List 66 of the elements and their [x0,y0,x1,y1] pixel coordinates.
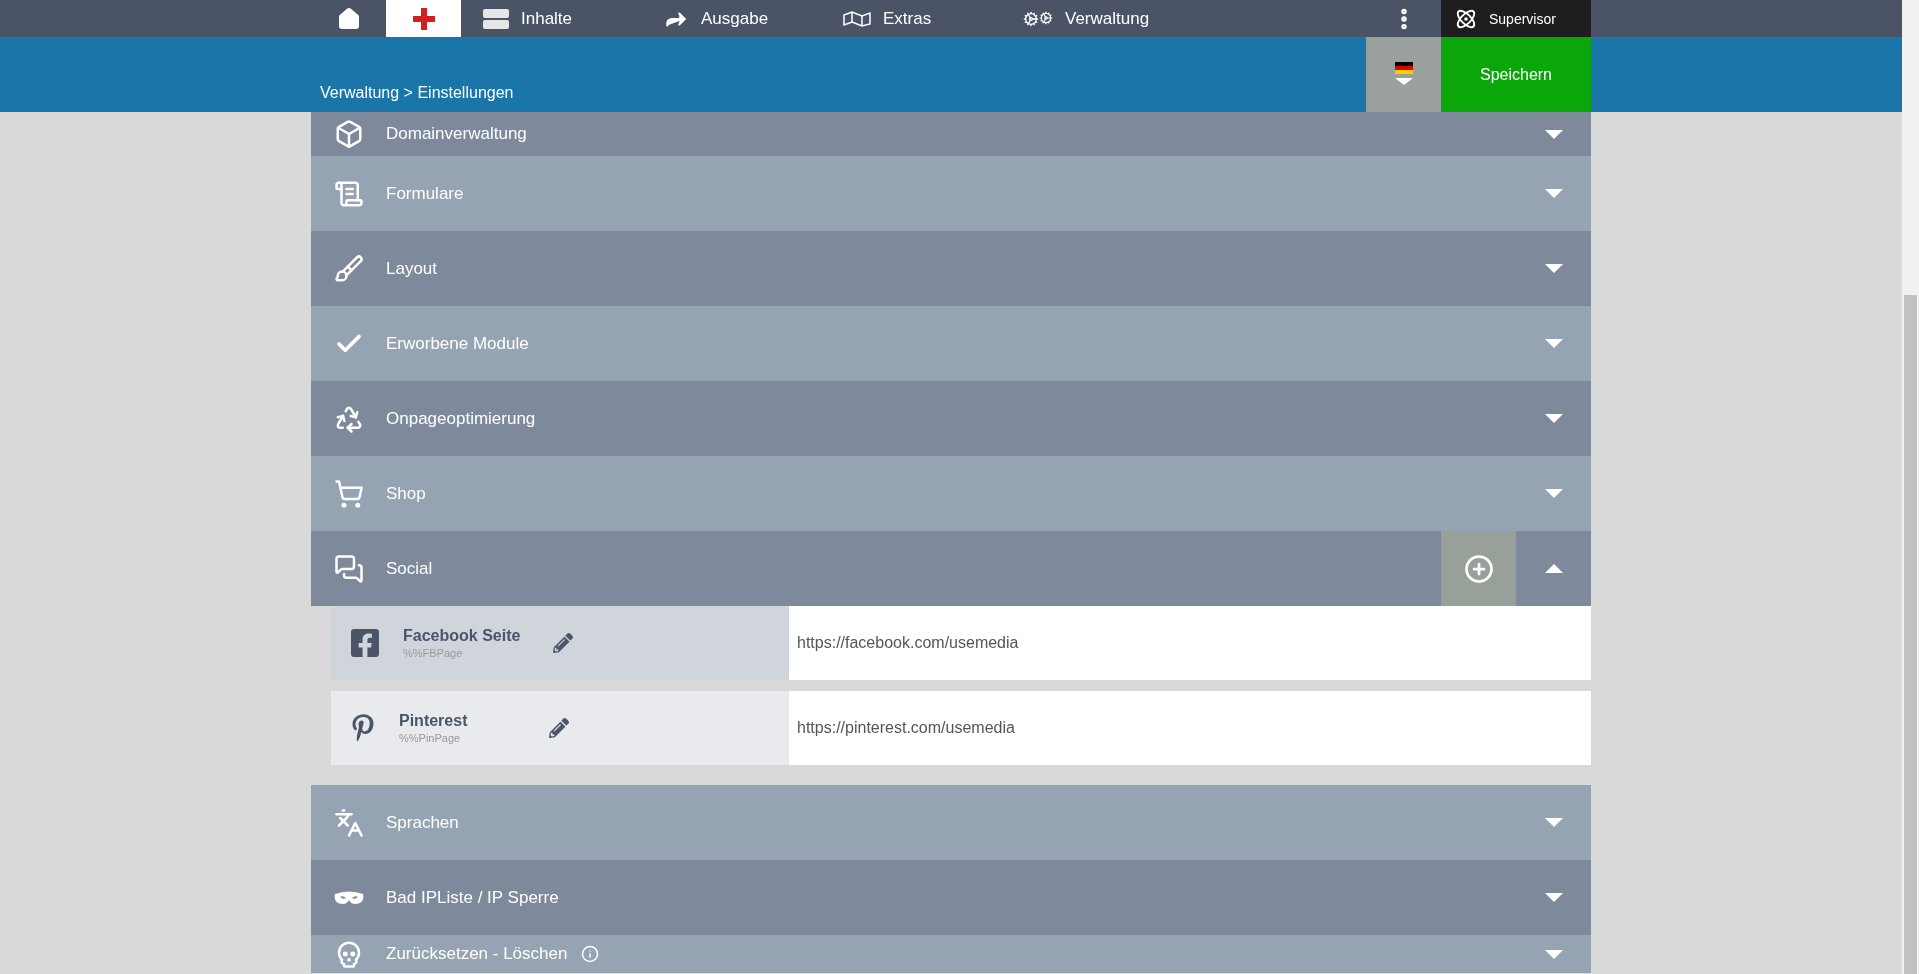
mask-icon [332,889,365,906]
section-title: Zurücksetzen - Löschen [386,944,568,964]
url-field[interactable]: https://pinterest.com/usemedia [789,691,1591,765]
nav-tab[interactable]: Extras [821,0,1001,37]
section-title: Onpageoptimierung [386,408,536,429]
scrollbar-thumb[interactable] [1904,295,1917,974]
section-header[interactable]: Formulare [311,156,1591,231]
expand-arrow-icon[interactable] [1544,489,1563,498]
drawer-icon [483,8,509,29]
expand-arrow-icon[interactable] [1544,414,1563,423]
user-menu[interactable]: Supervisor [1441,0,1591,37]
entry-variable: %%FBPage [403,647,464,659]
expand-arrow-icon[interactable] [1544,893,1563,902]
breadcrumb: Verwaltung > Einstellungen [319,84,515,103]
language-button[interactable] [1366,37,1441,112]
nav-tab[interactable]: Verwaltung [1001,0,1181,37]
gears-icon [1023,10,1053,27]
save-button[interactable]: Speichern [1441,37,1591,112]
nav-tab[interactable]: Inhalte [461,0,641,37]
language-icon [333,807,364,838]
section-header[interactable]: Social [311,531,1591,606]
edit-button[interactable] [549,718,569,738]
edit-button[interactable] [553,633,573,653]
section-title: Bad IPListe / IP Sperre [386,887,559,908]
nav-tab[interactable] [386,0,461,37]
section-header[interactable]: Bad IPListe / IP Sperre [311,860,1591,935]
section-header[interactable]: Onpageoptimierung [311,381,1591,456]
entry-variable: %%PinPage [399,732,462,744]
entry-name: Pinterest [399,712,469,730]
expand-arrow-icon[interactable] [1544,189,1563,198]
section-title: Formulare [386,183,464,204]
atom-icon [1455,7,1477,30]
pencil-icon [549,718,569,738]
section-header[interactable]: Shop [311,456,1591,531]
section-title: Erworbene Module [386,333,529,354]
section-header[interactable]: Erworbene Module [311,306,1591,381]
collapse-arrow-icon[interactable] [1544,564,1563,573]
section-title: Layout [386,258,438,279]
section-header[interactable]: Sprachen [311,785,1591,860]
cart-icon [333,478,364,509]
section-header[interactable]: Layout [311,231,1591,306]
map-icon [843,10,871,27]
facebook-icon [349,627,381,659]
expand-arrow-icon[interactable] [1544,129,1563,139]
pencil-icon [553,633,573,653]
expand-arrow-icon[interactable] [1544,264,1563,273]
section-header[interactable]: Zurücksetzen - Löschen [311,935,1591,973]
section-title: Domainverwaltung [386,124,527,144]
flag-icon [1392,61,1415,88]
section-title: Social [386,558,433,579]
expand-arrow-icon[interactable] [1544,339,1563,348]
add-button[interactable] [1441,531,1516,606]
section-header[interactable]: Domainverwaltung [311,112,1591,156]
chat-icon [333,553,364,584]
expand-arrow-icon[interactable] [1544,949,1563,959]
brush-icon [333,253,364,284]
url-field[interactable]: https://facebook.com/usemedia [789,606,1591,680]
cross-icon [412,7,435,30]
expand-arrow-icon[interactable] [1544,818,1563,827]
section-title: Shop [386,483,426,504]
add-icon [1463,553,1494,584]
info-icon[interactable] [581,945,600,963]
entry-name: Facebook Seite [403,627,522,645]
nav-tab[interactable]: Ausgabe [641,0,821,37]
home-icon [336,6,361,31]
section-title: Sprachen [386,812,459,833]
